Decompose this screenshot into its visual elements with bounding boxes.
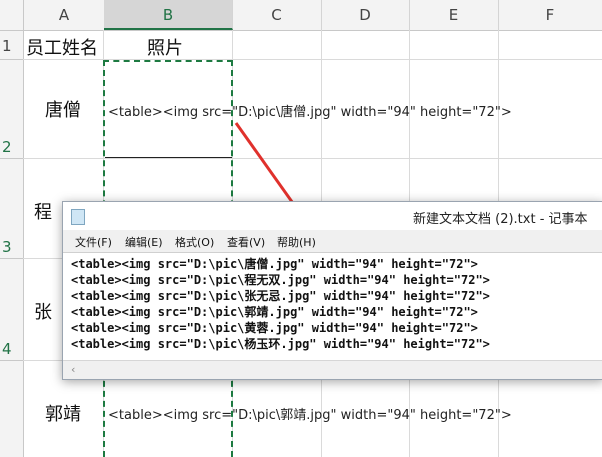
notepad-title: 新建文本文档 (2).txt - 记事本 — [413, 212, 588, 227]
cell-b1[interactable]: 照片 — [147, 34, 183, 60]
cell-a2[interactable]: 唐僧 — [45, 96, 81, 122]
cell-a4[interactable]: 张 — [34, 298, 52, 324]
cell-b2-bottom-border — [105, 157, 232, 158]
cell-a1[interactable]: 员工姓名 — [26, 34, 98, 60]
cell-a5[interactable]: 郭靖 — [45, 400, 81, 426]
row-header-5[interactable] — [0, 361, 24, 457]
menu-edit[interactable]: 编辑(E) — [125, 234, 163, 250]
text-line: <table><img src="D:\pic\郭靖.jpg" width="9… — [71, 305, 478, 319]
row-number: 4 — [2, 340, 12, 358]
row-number: 3 — [2, 238, 12, 256]
cell-b5[interactable]: <table><img src="D:\pic\郭靖.jpg" width="9… — [108, 404, 512, 423]
gridline — [23, 158, 602, 159]
cell-a3[interactable]: 程 — [34, 198, 52, 224]
menu-help[interactable]: 帮助(H) — [277, 234, 316, 250]
menu-view[interactable]: 查看(V) — [227, 234, 265, 250]
notepad-titlebar[interactable]: 新建文本文档 (2).txt - 记事本 — [63, 202, 602, 230]
notepad-text-area[interactable]: <table><img src="D:\pic\唐僧.jpg" width="9… — [63, 253, 602, 359]
text-line: <table><img src="D:\pic\唐僧.jpg" width="9… — [71, 257, 478, 271]
column-header-f[interactable]: F — [498, 0, 602, 30]
notepad-menubar: 文件(F) 编辑(E) 格式(O) 查看(V) 帮助(H) — [63, 230, 602, 253]
notepad-window[interactable]: 新建文本文档 (2).txt - 记事本 文件(F) 编辑(E) 格式(O) 查… — [62, 201, 602, 380]
text-line: <table><img src="D:\pic\黄蓉.jpg" width="9… — [71, 321, 478, 335]
text-line: <table><img src="D:\pic\张无忌.jpg" width="… — [71, 289, 490, 303]
horizontal-scrollbar[interactable]: ‹ — [63, 360, 602, 379]
menu-format[interactable]: 格式(O) — [175, 234, 214, 250]
copy-marquee-top — [103, 60, 233, 62]
notepad-app-icon — [71, 209, 85, 225]
scroll-left-icon[interactable]: ‹ — [71, 363, 75, 376]
select-all-corner[interactable] — [0, 0, 24, 30]
column-header-e[interactable]: E — [409, 0, 499, 30]
text-line: <table><img src="D:\pic\杨玉环.jpg" width="… — [71, 337, 490, 351]
text-line: <table><img src="D:\pic\程无双.jpg" width="… — [71, 273, 490, 287]
row-header-2[interactable]: 2 — [0, 60, 24, 159]
column-header-d[interactable]: D — [321, 0, 410, 30]
row-header-4[interactable]: 4 — [0, 259, 24, 361]
row-number: 1 — [2, 37, 12, 55]
column-header-a[interactable]: A — [24, 0, 105, 30]
row-header-1[interactable]: 1 — [0, 31, 24, 60]
column-header-c[interactable]: C — [232, 0, 322, 30]
row-header-3[interactable]: 3 — [0, 159, 24, 259]
row-number: 2 — [2, 138, 12, 156]
column-header-b[interactable]: B — [104, 0, 233, 30]
cell-b2[interactable]: <table><img src="D:\pic\唐僧.jpg" width="9… — [108, 101, 512, 120]
menu-file[interactable]: 文件(F) — [75, 234, 112, 250]
